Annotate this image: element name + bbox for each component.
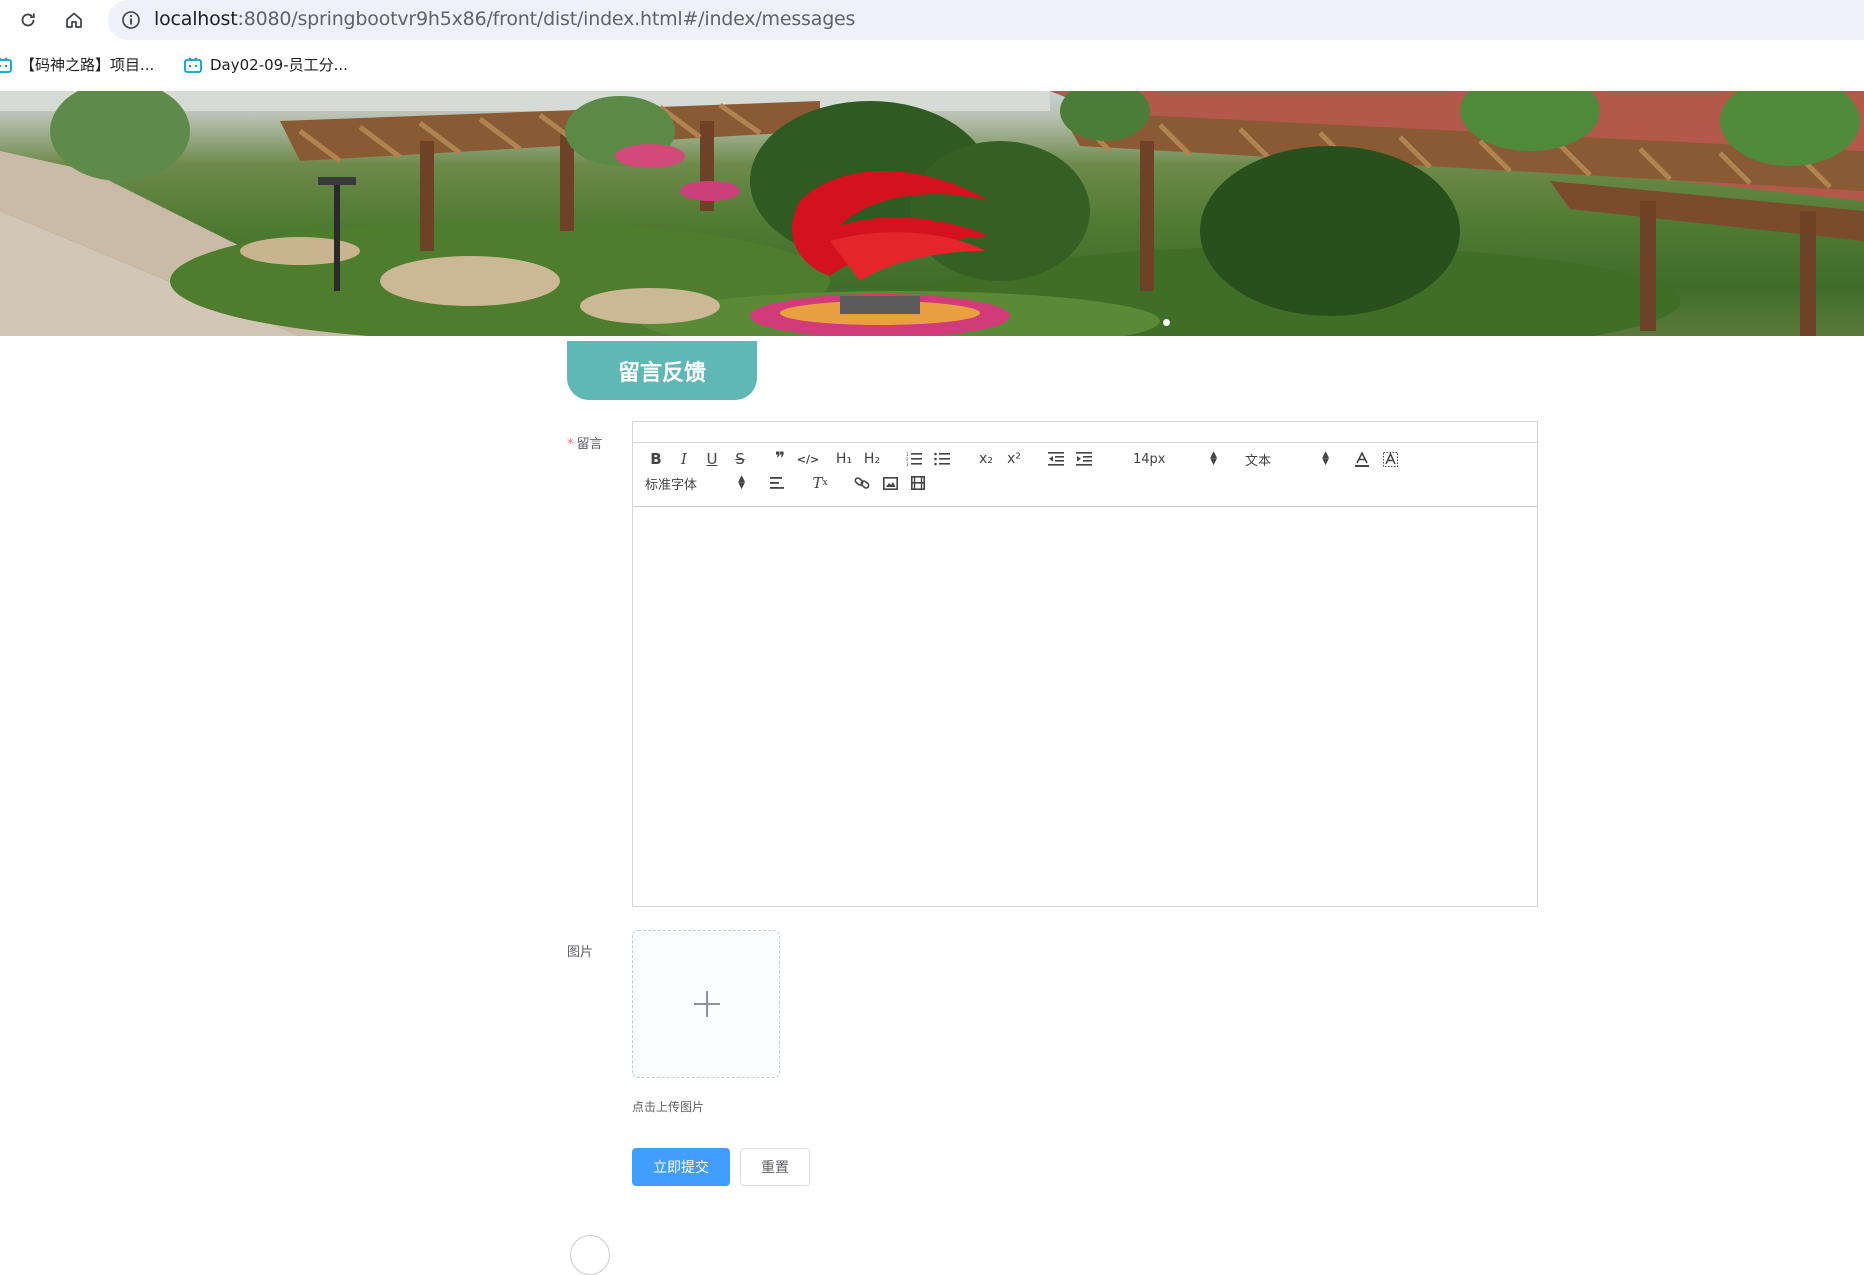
message-label-text: 留言 xyxy=(576,437,603,452)
code-block-icon[interactable]: </> xyxy=(797,449,819,469)
home-icon[interactable] xyxy=(60,6,88,34)
rich-text-editor: B I U S ❞ </> H₁ H₂ 123 x₂ x² 14px ▲ ▼ 文本… xyxy=(632,421,1538,907)
select-arrow-icon: ▲ ▼ xyxy=(1322,450,1329,467)
italic-icon[interactable]: I xyxy=(673,449,695,469)
reset-button[interactable]: 重置 xyxy=(740,1148,810,1186)
outdent-icon[interactable] xyxy=(1045,449,1067,469)
bold-icon[interactable]: B xyxy=(645,449,667,469)
superscript-icon[interactable]: x² xyxy=(1003,449,1025,469)
bottom-decoration xyxy=(570,1235,610,1275)
bookmarks-bar: 【码神之路】项目... Day02-09-员工分... xyxy=(0,48,1864,80)
image-label: 图片 xyxy=(567,945,594,960)
plus-icon xyxy=(694,991,720,1017)
url-text[interactable]: localhost:8080/springbootvr9h5x86/front/… xyxy=(154,8,855,30)
select-arrow-icon: ▲ ▼ xyxy=(1210,450,1217,467)
image-upload[interactable] xyxy=(632,930,780,1078)
link-icon[interactable] xyxy=(851,473,873,493)
font-family-value: 标准字体 xyxy=(645,477,698,493)
image-icon[interactable] xyxy=(879,473,901,493)
text-color-icon[interactable] xyxy=(1351,449,1373,469)
clean-format-icon[interactable]: Tx xyxy=(809,473,831,493)
browser-toolbar: localhost:8080/springbootvr9h5x86/front/… xyxy=(0,0,1864,40)
required-mark: * xyxy=(567,437,574,452)
header-1-icon[interactable]: H₁ xyxy=(833,449,855,469)
svg-text:3: 3 xyxy=(906,462,909,466)
page-title: 留言反馈 xyxy=(567,341,757,400)
editor-top-strip xyxy=(633,422,1537,443)
indent-icon[interactable] xyxy=(1073,449,1095,469)
editor-toolbar: B I U S ❞ </> H₁ H₂ 123 x₂ x² 14px ▲ ▼ 文本… xyxy=(633,442,1537,507)
ordered-list-icon[interactable]: 123 xyxy=(903,449,925,469)
align-icon[interactable] xyxy=(767,473,789,493)
font-size-value: 14px xyxy=(1133,451,1166,467)
tv-icon xyxy=(0,56,12,73)
banner-image xyxy=(0,91,1864,336)
video-icon[interactable] xyxy=(907,473,929,493)
reload-icon[interactable] xyxy=(14,6,42,34)
upload-tip: 点击上传图片 xyxy=(632,1100,705,1114)
bookmark-label: 【码神之路】项目... xyxy=(20,56,155,74)
header-select[interactable]: 文本 ▲ ▼ xyxy=(1245,449,1329,469)
info-icon[interactable] xyxy=(120,9,142,31)
bullet-list-icon[interactable] xyxy=(931,449,953,469)
url-host: localhost xyxy=(154,8,238,30)
header-2-icon[interactable]: H₂ xyxy=(861,449,883,469)
subscript-icon[interactable]: x₂ xyxy=(975,449,997,469)
blockquote-icon[interactable]: ❞ xyxy=(769,449,791,469)
bookmark-item[interactable]: Day02-09-员工分... xyxy=(184,54,348,75)
tv-icon xyxy=(184,56,202,73)
bookmark-item[interactable]: 【码神之路】项目... xyxy=(0,54,154,75)
submit-button[interactable]: 立即提交 xyxy=(632,1148,730,1186)
message-label: * 留言 xyxy=(567,433,603,452)
font-family-select[interactable]: 标准字体 ▲ ▼ xyxy=(645,473,745,493)
editor-content[interactable] xyxy=(633,507,1537,906)
banner-carousel[interactable] xyxy=(0,91,1864,336)
font-size-select[interactable]: 14px ▲ ▼ xyxy=(1133,449,1217,469)
strike-icon[interactable]: S xyxy=(729,449,751,469)
underline-icon[interactable]: U xyxy=(701,449,723,469)
carousel-dot[interactable] xyxy=(1163,319,1170,326)
address-bar[interactable]: localhost:8080/springbootvr9h5x86/front/… xyxy=(108,0,1864,40)
url-path: :8080/springbootvr9h5x86/front/dist/inde… xyxy=(237,8,856,30)
bookmark-label: Day02-09-员工分... xyxy=(210,56,348,74)
select-arrow-icon: ▲ ▼ xyxy=(738,474,745,491)
header-value: 文本 xyxy=(1245,453,1272,469)
background-color-icon[interactable] xyxy=(1379,449,1401,469)
